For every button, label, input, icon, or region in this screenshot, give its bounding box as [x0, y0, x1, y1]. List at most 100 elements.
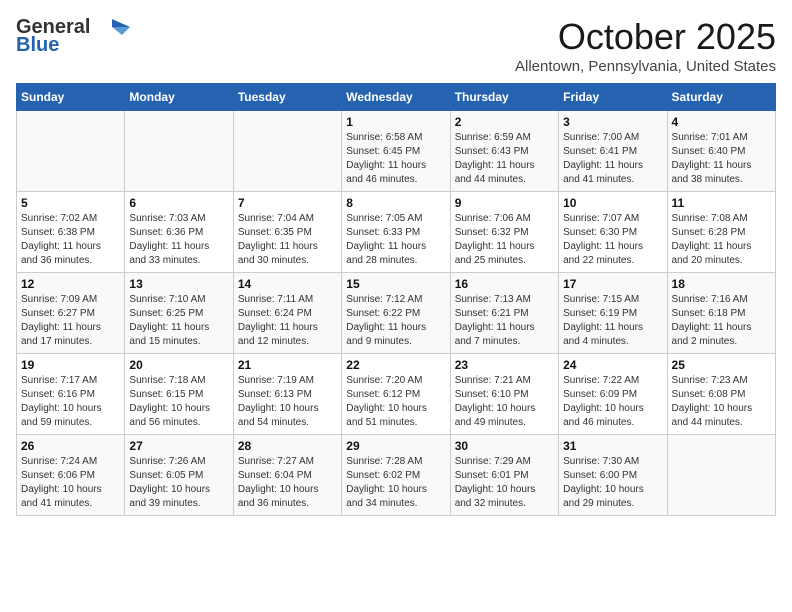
day-info: Sunrise: 6:58 AM Sunset: 6:45 PM Dayligh… — [346, 131, 445, 187]
day-cell: 16 Sunrise: 7:13 AM Sunset: 6:21 PM Dayli… — [450, 273, 558, 354]
day-number: 31 — [563, 439, 662, 453]
day-cell: 3 Sunrise: 7:00 AM Sunset: 6:41 PM Daylig… — [559, 111, 667, 192]
day-number: 9 — [455, 196, 554, 210]
day-cell: 5 Sunrise: 7:02 AM Sunset: 6:38 PM Daylig… — [17, 192, 125, 273]
day-number: 19 — [21, 358, 120, 372]
title-area: October 2025 Allentown, Pennsylvania, Un… — [515, 16, 776, 75]
day-cell: 28 Sunrise: 7:27 AM Sunset: 6:04 PM Dayli… — [233, 435, 341, 516]
week-row-1: 1 Sunrise: 6:58 AM Sunset: 6:45 PM Daylig… — [17, 111, 776, 192]
day-info: Sunrise: 7:07 AM Sunset: 6:30 PM Dayligh… — [563, 212, 662, 268]
day-info: Sunrise: 7:21 AM Sunset: 6:10 PM Dayligh… — [455, 374, 554, 430]
day-info: Sunrise: 7:29 AM Sunset: 6:01 PM Dayligh… — [455, 455, 554, 511]
day-number: 25 — [672, 358, 771, 372]
day-number: 11 — [672, 196, 771, 210]
day-cell: 31 Sunrise: 7:30 AM Sunset: 6:00 PM Dayli… — [559, 435, 667, 516]
calendar-subtitle: Allentown, Pennsylvania, United States — [515, 58, 776, 75]
day-cell — [667, 435, 775, 516]
day-cell: 20 Sunrise: 7:18 AM Sunset: 6:15 PM Dayli… — [125, 354, 233, 435]
day-number: 29 — [346, 439, 445, 453]
day-cell: 14 Sunrise: 7:11 AM Sunset: 6:24 PM Dayli… — [233, 273, 341, 354]
day-number: 18 — [672, 277, 771, 291]
day-number: 5 — [21, 196, 120, 210]
day-cell: 24 Sunrise: 7:22 AM Sunset: 6:09 PM Dayli… — [559, 354, 667, 435]
day-info: Sunrise: 7:27 AM Sunset: 6:04 PM Dayligh… — [238, 455, 337, 511]
day-number: 3 — [563, 115, 662, 129]
day-info: Sunrise: 7:28 AM Sunset: 6:02 PM Dayligh… — [346, 455, 445, 511]
day-cell — [233, 111, 341, 192]
column-header-saturday: Saturday — [667, 84, 775, 111]
day-number: 13 — [129, 277, 228, 291]
column-header-monday: Monday — [125, 84, 233, 111]
day-cell: 21 Sunrise: 7:19 AM Sunset: 6:13 PM Dayli… — [233, 354, 341, 435]
day-cell: 29 Sunrise: 7:28 AM Sunset: 6:02 PM Dayli… — [342, 435, 450, 516]
day-cell: 9Sunrise: 7:06 AM Sunset: 6:32 PM Daylig… — [450, 192, 558, 273]
day-cell: 1 Sunrise: 6:58 AM Sunset: 6:45 PM Daylig… — [342, 111, 450, 192]
day-number: 16 — [455, 277, 554, 291]
day-number: 21 — [238, 358, 337, 372]
day-cell: 17 Sunrise: 7:15 AM Sunset: 6:19 PM Dayli… — [559, 273, 667, 354]
day-number: 7 — [238, 196, 337, 210]
week-row-4: 19 Sunrise: 7:17 AM Sunset: 6:16 PM Dayli… — [17, 354, 776, 435]
day-cell: 22Sunrise: 7:20 AM Sunset: 6:12 PM Dayli… — [342, 354, 450, 435]
day-cell: 10 Sunrise: 7:07 AM Sunset: 6:30 PM Dayli… — [559, 192, 667, 273]
day-number: 4 — [672, 115, 771, 129]
day-cell: 30 Sunrise: 7:29 AM Sunset: 6:01 PM Dayli… — [450, 435, 558, 516]
day-info: Sunrise: 6:59 AM Sunset: 6:43 PM Dayligh… — [455, 131, 554, 187]
day-info: Sunrise: 7:03 AM Sunset: 6:36 PM Dayligh… — [129, 212, 228, 268]
day-info: Sunrise: 7:30 AM Sunset: 6:00 PM Dayligh… — [563, 455, 662, 511]
day-info: Sunrise: 7:13 AM Sunset: 6:21 PM Dayligh… — [455, 293, 554, 349]
day-cell: 13Sunrise: 7:10 AM Sunset: 6:25 PM Dayli… — [125, 273, 233, 354]
day-cell: 11 Sunrise: 7:08 AM Sunset: 6:28 PM Dayli… — [667, 192, 775, 273]
day-number: 26 — [21, 439, 120, 453]
day-number: 14 — [238, 277, 337, 291]
logo-bird-icon — [94, 17, 130, 37]
day-number: 27 — [129, 439, 228, 453]
day-info: Sunrise: 7:18 AM Sunset: 6:15 PM Dayligh… — [129, 374, 228, 430]
column-header-wednesday: Wednesday — [342, 84, 450, 111]
day-number: 23 — [455, 358, 554, 372]
day-info: Sunrise: 7:15 AM Sunset: 6:19 PM Dayligh… — [563, 293, 662, 349]
day-cell: 23 Sunrise: 7:21 AM Sunset: 6:10 PM Dayli… — [450, 354, 558, 435]
day-number: 10 — [563, 196, 662, 210]
day-info: Sunrise: 7:02 AM Sunset: 6:38 PM Dayligh… — [21, 212, 120, 268]
header: General Blue October 2025 Allentown, Pen… — [16, 16, 776, 75]
day-number: 8 — [346, 196, 445, 210]
day-info: Sunrise: 7:17 AM Sunset: 6:16 PM Dayligh… — [21, 374, 120, 430]
column-header-thursday: Thursday — [450, 84, 558, 111]
day-number: 17 — [563, 277, 662, 291]
day-info: Sunrise: 7:11 AM Sunset: 6:24 PM Dayligh… — [238, 293, 337, 349]
day-cell: 27Sunrise: 7:26 AM Sunset: 6:05 PM Dayli… — [125, 435, 233, 516]
day-number: 24 — [563, 358, 662, 372]
day-info: Sunrise: 7:05 AM Sunset: 6:33 PM Dayligh… — [346, 212, 445, 268]
day-cell: 12 Sunrise: 7:09 AM Sunset: 6:27 PM Dayli… — [17, 273, 125, 354]
day-info: Sunrise: 7:08 AM Sunset: 6:28 PM Dayligh… — [672, 212, 771, 268]
logo: General Blue — [16, 16, 130, 57]
day-number: 12 — [21, 277, 120, 291]
day-cell: 19 Sunrise: 7:17 AM Sunset: 6:16 PM Dayli… — [17, 354, 125, 435]
day-number: 28 — [238, 439, 337, 453]
day-number: 20 — [129, 358, 228, 372]
day-info: Sunrise: 7:09 AM Sunset: 6:27 PM Dayligh… — [21, 293, 120, 349]
day-number: 30 — [455, 439, 554, 453]
column-header-sunday: Sunday — [17, 84, 125, 111]
day-info: Sunrise: 7:24 AM Sunset: 6:06 PM Dayligh… — [21, 455, 120, 511]
day-cell — [17, 111, 125, 192]
column-header-tuesday: Tuesday — [233, 84, 341, 111]
day-info: Sunrise: 7:16 AM Sunset: 6:18 PM Dayligh… — [672, 293, 771, 349]
week-row-2: 5 Sunrise: 7:02 AM Sunset: 6:38 PM Daylig… — [17, 192, 776, 273]
day-cell: 18 Sunrise: 7:16 AM Sunset: 6:18 PM Dayli… — [667, 273, 775, 354]
day-cell: 15Sunrise: 7:12 AM Sunset: 6:22 PM Dayli… — [342, 273, 450, 354]
day-number: 1 — [346, 115, 445, 129]
day-info: Sunrise: 7:19 AM Sunset: 6:13 PM Dayligh… — [238, 374, 337, 430]
day-info: Sunrise: 7:04 AM Sunset: 6:35 PM Dayligh… — [238, 212, 337, 268]
day-info: Sunrise: 7:00 AM Sunset: 6:41 PM Dayligh… — [563, 131, 662, 187]
day-info: Sunrise: 7:23 AM Sunset: 6:08 PM Dayligh… — [672, 374, 771, 430]
column-header-friday: Friday — [559, 84, 667, 111]
header-row: SundayMondayTuesdayWednesdayThursdayFrid… — [17, 84, 776, 111]
day-info: Sunrise: 7:01 AM Sunset: 6:40 PM Dayligh… — [672, 131, 771, 187]
day-cell: 26 Sunrise: 7:24 AM Sunset: 6:06 PM Dayli… — [17, 435, 125, 516]
calendar-title: October 2025 — [515, 16, 776, 58]
day-number: 22 — [346, 358, 445, 372]
day-cell: 2Sunrise: 6:59 AM Sunset: 6:43 PM Daylig… — [450, 111, 558, 192]
day-info: Sunrise: 7:22 AM Sunset: 6:09 PM Dayligh… — [563, 374, 662, 430]
